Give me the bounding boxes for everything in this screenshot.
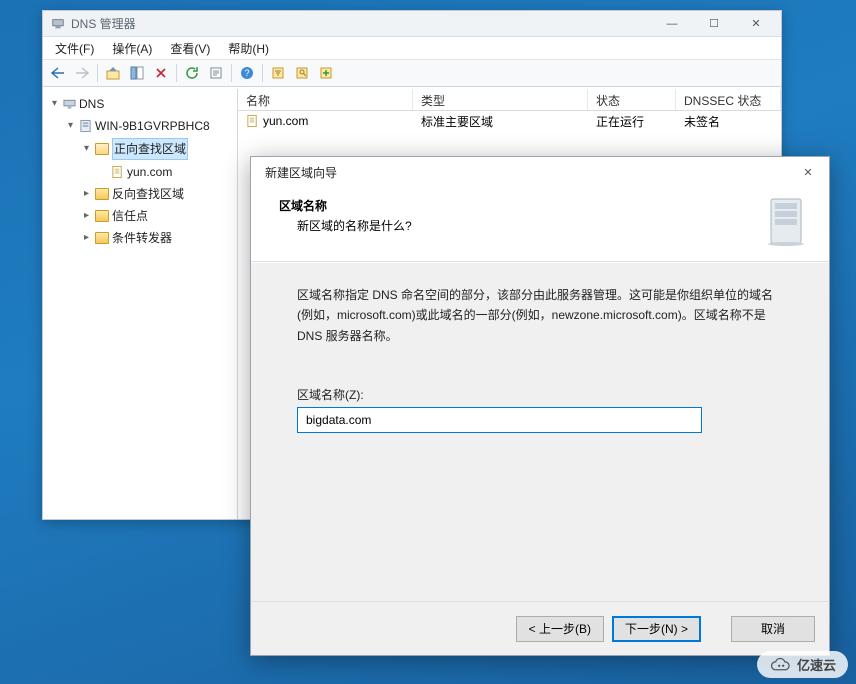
wizard-body: 区域名称指定 DNS 命名空间的部分，该部分由此服务器管理。这可能是你组织单位的… (251, 263, 829, 601)
toolbar-separator (176, 64, 177, 82)
refresh-button[interactable] (181, 62, 203, 84)
tree-conditional-forwarders[interactable]: ▸ 条件转发器 (79, 227, 237, 249)
wizard-header: 区域名称 新区域的名称是什么? (251, 187, 829, 262)
tree-forward-label: 正向查找区域 (112, 138, 188, 160)
zone-icon (111, 165, 124, 179)
toolbar: ? (43, 59, 781, 87)
folder-open-icon (95, 143, 109, 155)
col-dnssec[interactable]: DNSSEC 状态 (676, 89, 781, 110)
back-button[interactable]: < 上一步(B) (516, 616, 604, 642)
next-button[interactable]: 下一步(N) > (612, 616, 701, 642)
folder-icon (95, 188, 109, 200)
menu-view[interactable]: 查看(V) (162, 38, 218, 59)
watermark-text: 亿速云 (797, 655, 836, 674)
wizard-close-button[interactable]: ✕ (791, 160, 825, 184)
wizard-title: 新建区域向导 (265, 164, 791, 181)
tree-conditional-label: 条件转发器 (112, 228, 172, 248)
toolbar-separator (97, 64, 98, 82)
tree-reverse-zones[interactable]: ▸ 反向查找区域 (79, 183, 237, 205)
wizard-heading: 区域名称 (279, 197, 765, 214)
wizard-description: 区域名称指定 DNS 命名空间的部分，该部分由此服务器管理。这可能是你组织单位的… (297, 285, 783, 346)
menu-action[interactable]: 操作(A) (104, 38, 160, 59)
list-row[interactable]: yun.com 标准主要区域 正在运行 未签名 (238, 111, 781, 131)
cancel-button[interactable]: 取消 (731, 616, 815, 642)
zone-name-input[interactable] (297, 407, 702, 433)
delete-button[interactable] (150, 62, 172, 84)
zone-name-label: 区域名称(Z): (297, 386, 783, 403)
watermark: 亿速云 (757, 651, 848, 678)
col-name[interactable]: 名称 (238, 89, 413, 110)
help-button[interactable]: ? (236, 62, 258, 84)
tree-root-dns[interactable]: ▾ DNS (47, 93, 237, 115)
nav-forward-button[interactable] (71, 62, 93, 84)
tree-pane[interactable]: ▾ DNS ▾ WIN-9B1GVRPBHC8 (43, 89, 238, 519)
menu-file[interactable]: 文件(F) (47, 38, 102, 59)
zone-file-icon (246, 114, 259, 128)
dns-app-icon (51, 17, 65, 31)
server-icon (79, 119, 92, 133)
titlebar[interactable]: DNS 管理器 — ☐ ✕ (43, 11, 781, 37)
new-zone-wizard-dialog: 新建区域向导 ✕ 区域名称 新区域的名称是什么? 区域名称指定 DNS 命名空间… (250, 156, 830, 656)
wizard-titlebar[interactable]: 新建区域向导 ✕ (251, 157, 829, 187)
nav-back-button[interactable] (47, 62, 69, 84)
new-zone-button[interactable] (315, 62, 337, 84)
close-button[interactable]: ✕ (735, 12, 777, 36)
minimize-button[interactable]: — (651, 12, 693, 36)
menu-help[interactable]: 帮助(H) (220, 38, 277, 59)
menubar: 文件(F) 操作(A) 查看(V) 帮助(H) (43, 37, 781, 59)
tree-trust-points[interactable]: ▸ 信任点 (79, 205, 237, 227)
cell-status: 正在运行 (588, 113, 676, 130)
svg-text:?: ? (244, 68, 249, 78)
filter-button[interactable] (267, 62, 289, 84)
wizard-subheading: 新区域的名称是什么? (297, 217, 765, 234)
tree-trust-label: 信任点 (112, 206, 148, 226)
toolbar-separator (231, 64, 232, 82)
server-image-icon (765, 197, 811, 247)
tree-reverse-label: 反向查找区域 (112, 184, 184, 204)
cell-dnssec: 未签名 (676, 113, 781, 130)
col-status[interactable]: 状态 (588, 89, 676, 110)
export-button[interactable] (205, 62, 227, 84)
dns-root-icon (63, 97, 76, 111)
wizard-footer: < 上一步(B) 下一步(N) > 取消 (251, 601, 829, 655)
col-type[interactable]: 类型 (413, 89, 588, 110)
cell-type: 标准主要区域 (413, 113, 588, 130)
up-button[interactable] (102, 62, 124, 84)
tree-server-label: WIN-9B1GVRPBHC8 (95, 116, 210, 136)
folder-icon (95, 210, 109, 222)
tree-server[interactable]: ▾ WIN-9B1GVRPBHC8 (63, 115, 237, 137)
window-title: DNS 管理器 (71, 15, 651, 32)
maximize-button[interactable]: ☐ (693, 12, 735, 36)
list-body[interactable]: yun.com 标准主要区域 正在运行 未签名 (238, 111, 781, 131)
cloud-icon (769, 657, 791, 673)
show-hide-tree-button[interactable] (126, 62, 148, 84)
toolbar-separator (262, 64, 263, 82)
tree-forward-zones[interactable]: ▾ 正向查找区域 (79, 137, 237, 161)
list-header: 名称 类型 状态 DNSSEC 状态 (238, 89, 781, 111)
cell-name: yun.com (263, 114, 308, 128)
tree-zone-yun[interactable]: yun.com (95, 161, 237, 183)
find-button[interactable] (291, 62, 313, 84)
tree-zone-label: yun.com (127, 162, 172, 182)
folder-icon (95, 232, 109, 244)
tree-root-label: DNS (79, 94, 104, 114)
